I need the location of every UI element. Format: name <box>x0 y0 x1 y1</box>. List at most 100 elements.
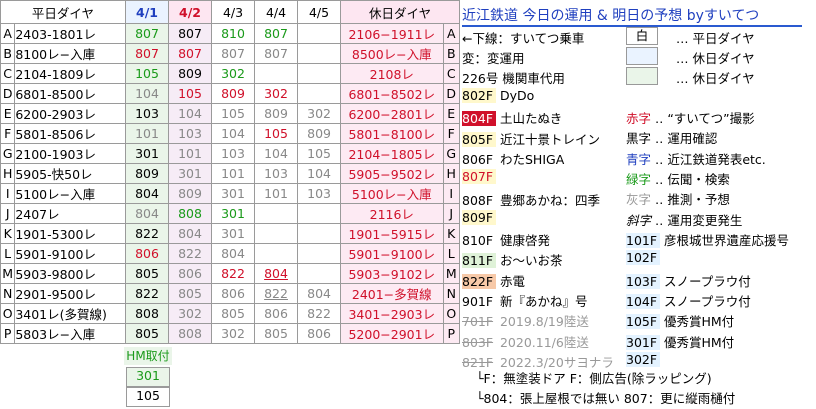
row-key-right: O <box>442 303 460 324</box>
hm-desc: スノープラウ付 <box>663 293 751 309</box>
table-row: O 3401レ(多賀線) 808 302 805 806 822 3401−2903レ O <box>0 303 460 324</box>
assignment-cell: 809 <box>167 63 213 84</box>
holiday-train: 5901−9100レ <box>340 243 444 264</box>
assignment-cell: 822 <box>297 303 342 324</box>
row-key: G <box>0 143 16 164</box>
train-item: 701F 2019.8/19陸送 <box>462 311 589 330</box>
train-item: 803F 2020.11/6陸送 <box>462 332 589 351</box>
assignment-cell: 101 <box>211 163 256 184</box>
assignment-cell <box>254 203 299 224</box>
legend-holiday-1: … 休日ダイヤ <box>676 51 755 66</box>
assignment-cell: 103 <box>211 143 256 164</box>
train-desc: 近江十景トレイン <box>499 131 600 147</box>
train-item: 810F 健康啓発 <box>462 230 550 249</box>
assignment-cell: 806 <box>167 263 213 284</box>
train-item: 811F お〜いお茶 <box>462 250 563 269</box>
row-key: E <box>0 103 16 124</box>
table-row: A 2403-1801レ 807 807 810 807 2106−1911レ A <box>0 23 460 44</box>
color-key-label: 斜字 <box>626 212 652 228</box>
assignment-cell: 302 <box>211 63 256 84</box>
train-item: 805F 近江十景トレイン <box>462 129 600 148</box>
train-desc: 2019.8/19陸送 <box>499 314 589 330</box>
assignment-cell: 804 <box>297 283 342 304</box>
hm-label: HM取付 <box>124 347 172 365</box>
table-row: J 2407レ 804 808 301 2116レ J <box>0 203 460 224</box>
assignment-cell: 822 <box>167 243 213 264</box>
train-number: 811F <box>462 253 496 269</box>
assignment-cell: 301 <box>124 143 170 164</box>
train-desc: お〜いお茶 <box>499 253 563 269</box>
assignment-cell: 822 <box>124 223 170 244</box>
assignment-cell <box>297 263 342 284</box>
assignment-cell: 805 <box>124 263 170 284</box>
hm-desc: 彦根城世界遺産応援号 <box>663 233 789 248</box>
train-item: 807F <box>462 169 496 185</box>
row-key-right: K <box>442 223 460 244</box>
train-number: 701F <box>462 314 496 330</box>
weekday-train: 8100レ−入庫 <box>14 43 126 64</box>
row-key-right: M <box>442 263 460 284</box>
row-key-right: A <box>442 23 460 44</box>
train-number: 802F <box>462 88 496 103</box>
color-key-desc: ‥ “すいてつ”撮影 <box>655 111 755 126</box>
holiday-train: 2401−多賀線 <box>340 283 444 304</box>
legend-blue-box <box>626 47 658 65</box>
table-row: E 6200-2903レ 103 104 105 809 302 6200−2801レ E <box>0 103 460 124</box>
note-loco: 226号 機関車代用 <box>462 71 565 86</box>
train-number: 810F <box>462 233 496 249</box>
hm-number: 302F <box>626 351 660 367</box>
color-key: 緑字 ‥ 伝聞・検索 <box>626 169 730 188</box>
footnote-2: └804：張上屋根では無い 807：更に縦雨樋付 <box>476 391 736 406</box>
assignment-cell: 301 <box>211 183 256 204</box>
assignment-cell: 103 <box>167 123 213 144</box>
holiday-train: 2106−1911レ <box>340 23 444 44</box>
assignment-cell: 807 <box>211 43 256 64</box>
assignment-cell: 809 <box>167 183 213 204</box>
assignment-cell: 105 <box>254 123 299 144</box>
train-item: 822F 赤電 <box>462 271 525 290</box>
row-key: O <box>0 303 16 324</box>
page-title[interactable]: 近江鉄道 今日の運用 & 明日の予想 byすいてつ <box>462 5 802 27</box>
train-number: 809F <box>462 209 496 225</box>
date-4-3: 4/3 <box>211 0 256 24</box>
table-row: I 5100レ−入庫 804 809 301 101 103 5100レ−入庫 I <box>0 183 460 204</box>
weekday-header: 平日ダイヤ <box>0 0 126 24</box>
weekday-train: 2403-1801レ <box>14 23 126 44</box>
train-desc: 土山たぬき <box>499 111 563 127</box>
row-key: J <box>0 203 16 224</box>
train-number: 808F <box>462 192 496 208</box>
color-key-desc: ‥ 推測・予想 <box>655 192 730 208</box>
train-number: 804F <box>462 111 496 127</box>
assignment-cell: 805 <box>124 323 170 344</box>
schedule-table: 平日ダイヤ 4/1 4/2 4/3 4/4 4/5 休日ダイヤ A 2403-18… <box>0 0 460 344</box>
hm-item: 105F 優秀賞HM付 <box>626 311 734 330</box>
train-item: 809F <box>462 209 496 225</box>
holiday-header: 休日ダイヤ <box>340 0 460 24</box>
row-key: L <box>0 243 16 264</box>
row-key: K <box>0 223 16 244</box>
train-item: 802F DyDo <box>462 88 534 103</box>
assignment-cell: 807 <box>167 23 213 44</box>
assignment-cell: 807 <box>124 23 170 44</box>
assignment-cell: 804 <box>124 203 170 224</box>
assignment-cell: 809 <box>297 123 342 144</box>
assignment-cell: 302 <box>211 323 256 344</box>
hm-number: 103F <box>626 273 660 289</box>
row-key-right: D <box>442 83 460 104</box>
legend-white-box: 白 <box>626 27 658 45</box>
color-key-desc: ‥ 運用確認 <box>655 131 718 147</box>
assignment-cell <box>297 83 342 104</box>
color-key-label: 灰字 <box>626 192 652 208</box>
assignment-cell: 805 <box>211 303 256 324</box>
color-key-label: 青字 <box>626 151 652 167</box>
weekday-train: 1901-5300レ <box>14 223 126 244</box>
color-key-desc: ‥ 運用変更発生 <box>655 212 743 228</box>
row-key: P <box>0 323 16 344</box>
row-key-right: F <box>442 123 460 144</box>
holiday-train: 8500レ−入庫 <box>340 43 444 64</box>
weekday-train: 2100-1903レ <box>14 143 126 164</box>
assignment-cell <box>297 23 342 44</box>
row-key-right: L <box>442 243 460 264</box>
hm-item: 103F スノープラウ付 <box>626 271 751 290</box>
row-key-right: H <box>442 163 460 184</box>
